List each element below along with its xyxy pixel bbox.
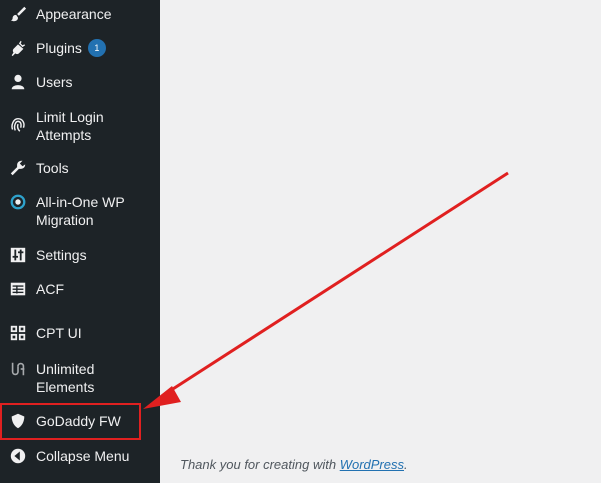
collapse-left-icon [8, 446, 28, 466]
wordpress-link[interactable]: WordPress [340, 457, 404, 472]
admin-footer: Thank you for creating with WordPress. [180, 457, 408, 472]
menu-label: ACF [36, 281, 64, 297]
menu-label: Settings [36, 247, 87, 263]
menu-label: CPT UI [36, 325, 82, 341]
unlimited-elements-icon [8, 359, 28, 379]
menu-item-appearance[interactable]: Appearance [0, 4, 160, 26]
menu-item-godaddy-fw[interactable]: GoDaddy FW [0, 411, 160, 433]
menu-item-limit-login-attempts[interactable]: Limit Login Attempts [0, 107, 160, 147]
menu-label: Collapse Menu [36, 448, 130, 464]
footer-text-end: . [404, 457, 408, 472]
menu-item-tools[interactable]: Tools [0, 158, 160, 180]
menu-item-acf[interactable]: ACF [0, 279, 160, 301]
menu-label: Limit Login Attempts [36, 109, 104, 143]
collapse-menu-button[interactable]: Collapse Menu [0, 446, 160, 468]
menu-label: Tools [36, 160, 69, 176]
menu-label: Plugins 1 [36, 39, 154, 57]
migration-icon [8, 192, 28, 212]
menu-item-plugins[interactable]: Plugins 1 [0, 38, 160, 60]
wrench-icon [8, 158, 28, 178]
admin-sidebar: Appearance Plugins 1 Users Limit Login At… [0, 0, 160, 483]
menu-item-cpt-ui[interactable]: CPT UI [0, 323, 160, 345]
menu-label: Unlimited Elements [36, 361, 95, 395]
menu-item-users[interactable]: Users [0, 72, 160, 94]
menu-item-settings[interactable]: Settings [0, 245, 160, 267]
paintbrush-icon [8, 4, 28, 24]
plug-icon [8, 38, 28, 58]
sliders-icon [8, 245, 28, 265]
shield-icon [8, 411, 28, 431]
user-icon [8, 72, 28, 92]
footer-text: Thank you for creating with [180, 457, 340, 472]
menu-label: Users [36, 74, 73, 90]
table-icon [8, 279, 28, 299]
menu-label: Appearance [36, 6, 112, 22]
menu-label: GoDaddy FW [36, 413, 121, 429]
menu-item-all-in-one-wp-migration[interactable]: All-in-One WP Migration [0, 192, 160, 232]
menu-item-unlimited-elements[interactable]: Unlimited Elements [0, 359, 160, 399]
menu-label: All-in-One WP Migration [36, 194, 125, 228]
plugin-update-badge: 1 [87, 39, 106, 57]
fingerprint-icon [8, 115, 28, 135]
grid-icon [8, 323, 28, 343]
